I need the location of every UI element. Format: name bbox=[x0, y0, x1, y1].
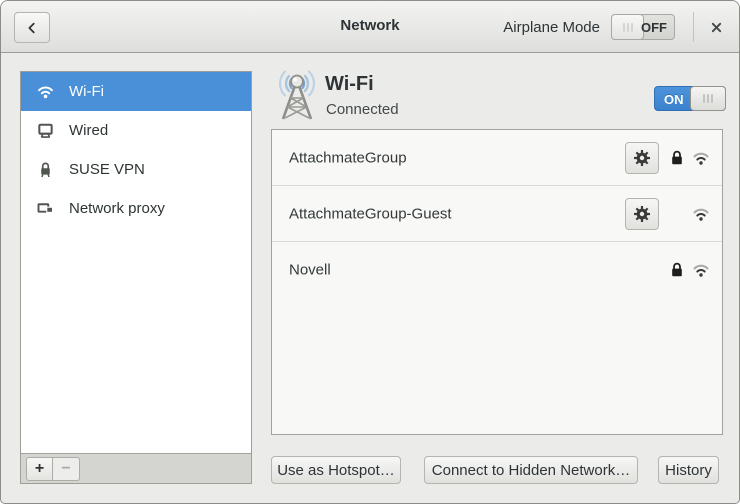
back-button[interactable] bbox=[14, 12, 50, 43]
headerbar: Network Airplane Mode OFF bbox=[1, 1, 739, 53]
close-button[interactable] bbox=[701, 14, 731, 40]
sidebar-item-label: Network proxy bbox=[69, 200, 165, 217]
connect-hidden-network-button[interactable]: Connect to Hidden Network… bbox=[424, 456, 638, 484]
network-row-attachmategroup-guest[interactable]: AttachmateGroup-Guest bbox=[272, 186, 722, 242]
airplane-mode-switch[interactable]: OFF bbox=[611, 14, 675, 40]
wifi-signal-icon bbox=[692, 206, 710, 222]
vpn-lock-icon bbox=[37, 161, 54, 178]
wired-icon bbox=[37, 122, 54, 139]
gear-icon bbox=[633, 205, 651, 223]
wifi-antenna-icon bbox=[273, 69, 321, 126]
lock-icon bbox=[670, 262, 684, 278]
wifi-network-list: AttachmateGroup bbox=[271, 129, 723, 435]
wifi-signal-icon bbox=[692, 262, 710, 278]
wifi-icon bbox=[37, 83, 54, 100]
panel-title: Wi-Fi bbox=[325, 73, 374, 96]
network-name: AttachmateGroup bbox=[289, 149, 407, 166]
close-icon bbox=[710, 21, 723, 34]
switch-knob bbox=[611, 14, 644, 40]
network-settings-button[interactable] bbox=[625, 198, 659, 230]
airplane-mode-group: Airplane Mode OFF bbox=[503, 14, 675, 40]
connection-status: Connected bbox=[326, 101, 399, 118]
switch-state-label: OFF bbox=[641, 20, 667, 35]
sidebar-item-suse-vpn[interactable]: SUSE VPN bbox=[21, 150, 251, 189]
wifi-toggle-switch[interactable]: ON bbox=[654, 86, 726, 111]
network-row-novell[interactable]: Novell bbox=[272, 242, 722, 298]
sidebar-item-wired[interactable]: Wired bbox=[21, 111, 251, 150]
header-separator bbox=[693, 12, 694, 42]
add-remove-buttons: + − bbox=[26, 457, 80, 481]
network-name: Novell bbox=[289, 262, 331, 279]
gear-icon bbox=[633, 149, 651, 167]
switch-knob bbox=[690, 86, 726, 111]
wifi-signal-icon bbox=[692, 150, 710, 166]
sidebar-item-label: Wired bbox=[69, 122, 108, 139]
airplane-mode-label: Airplane Mode bbox=[503, 19, 600, 36]
sidebar-toolbar: + − bbox=[21, 453, 251, 483]
sidebar-item-label: Wi-Fi bbox=[69, 83, 104, 100]
network-settings-window: Network Airplane Mode OFF Wi-Fi bbox=[0, 0, 740, 504]
remove-button[interactable]: − bbox=[53, 457, 80, 481]
lock-icon bbox=[670, 150, 684, 166]
proxy-icon bbox=[37, 200, 54, 217]
sidebar-item-label: SUSE VPN bbox=[69, 161, 145, 178]
add-button[interactable]: + bbox=[26, 457, 53, 481]
network-settings-button[interactable] bbox=[625, 142, 659, 174]
network-name: AttachmateGroup-Guest bbox=[289, 205, 452, 222]
history-button[interactable]: History bbox=[658, 456, 719, 484]
network-row-attachmategroup[interactable]: AttachmateGroup bbox=[272, 130, 722, 186]
use-as-hotspot-button[interactable]: Use as Hotspot… bbox=[271, 456, 401, 484]
sidebar-item-network-proxy[interactable]: Network proxy bbox=[21, 189, 251, 228]
sidebar-item-wifi[interactable]: Wi-Fi bbox=[21, 72, 251, 111]
sidebar: Wi-Fi Wired SUSE VPN Network proxy + − bbox=[20, 71, 252, 484]
switch-state-label: ON bbox=[664, 92, 684, 107]
chevron-left-icon bbox=[25, 21, 39, 35]
